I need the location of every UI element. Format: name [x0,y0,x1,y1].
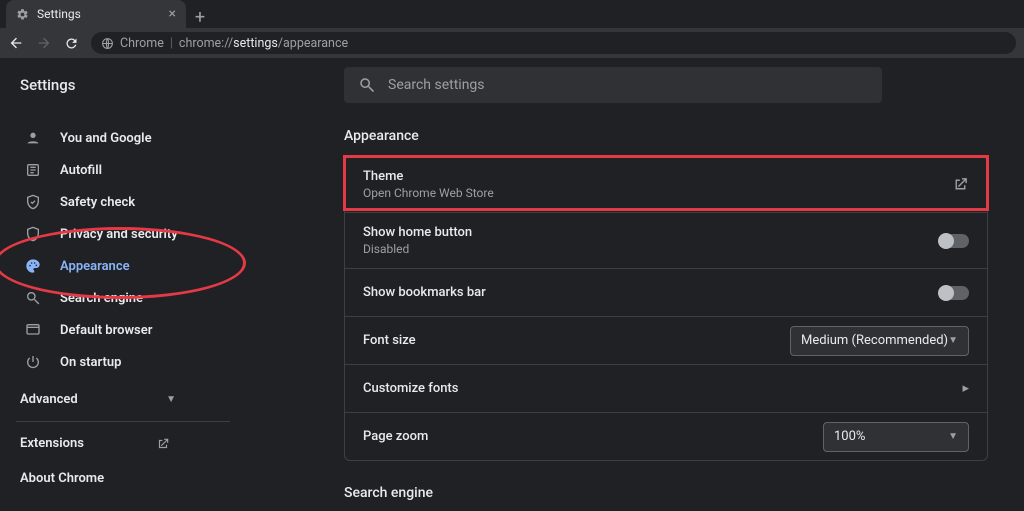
new-tab-button[interactable]: + [186,7,214,28]
sidebar-divider [16,421,230,422]
customize-fonts-title: Customize fonts [363,381,458,396]
chevron-right-icon: ▸ [962,381,969,396]
url-sep: | [170,36,173,51]
address-bar[interactable]: Chrome | chrome://settings/appearance [91,32,1016,54]
sidebar-item-default-browser[interactable]: Default browser [0,314,246,346]
url-path-rest: /appearance [278,36,348,51]
settings-sidebar: You and Google Autofill Safety check Pri… [0,112,246,511]
home-button-sub: Disabled [363,242,472,256]
sidebar-item-search-engine[interactable]: Search engine [0,282,246,314]
settings-main: Appearance Theme Open Chrome Web Store S… [246,112,1024,511]
search-icon [358,76,376,94]
palette-icon [24,258,42,274]
shield-icon [24,226,42,242]
font-size-select[interactable]: Medium (Recommended) ▼ [790,326,969,356]
search-icon [24,290,42,306]
sidebar-item-label: On startup [60,355,121,370]
sidebar-item-extensions[interactable]: Extensions [0,426,246,461]
sidebar-item-autofill[interactable]: Autofill [0,154,246,186]
sidebar-advanced-toggle[interactable]: Advanced ▼ [0,378,246,421]
sidebar-item-label: Privacy and security [60,227,178,242]
about-label: About Chrome [20,471,104,486]
bookmarks-bar-row: Show bookmarks bar [345,268,987,316]
sidebar-item-label: Safety check [60,195,135,210]
sidebar-item-about-chrome[interactable]: About Chrome [0,461,246,496]
sidebar-item-on-startup[interactable]: On startup [0,346,246,378]
search-engine-heading: Search engine [344,485,988,501]
home-button-row: Show home button Disabled [345,212,987,268]
home-button-title: Show home button [363,225,472,240]
appearance-card: Theme Open Chrome Web Store Show home bu… [344,156,988,461]
person-icon [24,130,42,146]
open-external-icon [156,437,170,451]
customize-fonts-row[interactable]: Customize fonts ▸ [345,364,987,412]
close-tab-icon[interactable]: × [169,6,176,22]
settings-header: Settings Search settings [0,58,1024,112]
sidebar-item-appearance[interactable]: Appearance [0,250,246,282]
advanced-label: Advanced [20,392,78,407]
sidebar-item-safety-check[interactable]: Safety check [0,186,246,218]
sidebar-item-label: You and Google [60,131,152,146]
theme-sub: Open Chrome Web Store [363,186,494,200]
sidebar-item-privacy-security[interactable]: Privacy and security [0,218,246,250]
tab-title: Settings [37,7,81,21]
search-placeholder: Search settings [388,77,485,93]
chevron-down-icon: ▼ [948,335,958,346]
chevron-down-icon: ▼ [948,431,958,442]
chevron-down-icon: ▼ [166,394,176,405]
gear-icon [16,8,29,21]
sidebar-item-you-and-google[interactable]: You and Google [0,122,246,154]
browser-tab[interactable]: Settings × [6,0,186,28]
search-settings-input[interactable]: Search settings [344,67,882,103]
page-zoom-select[interactable]: 100% ▼ [823,422,969,452]
sidebar-item-label: Appearance [60,259,130,274]
sidebar-item-label: Search engine [60,291,143,306]
browser-icon [24,322,42,338]
sidebar-item-label: Default browser [60,323,152,338]
shield-check-icon [24,194,42,210]
globe-icon [101,37,114,50]
page-zoom-row: Page zoom 100% ▼ [345,412,987,460]
forward-button[interactable] [36,35,52,51]
extensions-label: Extensions [20,436,84,451]
back-button[interactable] [8,35,24,51]
reload-button[interactable] [64,36,79,51]
page-zoom-value: 100% [834,429,865,444]
autofill-icon [24,162,42,178]
page-zoom-title: Page zoom [363,429,428,444]
tab-strip: Settings × + [0,0,1024,28]
font-size-row: Font size Medium (Recommended) ▼ [345,316,987,364]
url-scheme: Chrome [120,36,164,51]
url-host: chrome:// [179,36,233,51]
url-path-bold: settings [233,36,278,51]
browser-toolbar: Chrome | chrome://settings/appearance [0,28,1024,58]
font-size-value: Medium (Recommended) [801,333,948,348]
home-button-toggle[interactable] [939,234,969,248]
theme-title: Theme [363,169,494,184]
bookmarks-bar-title: Show bookmarks bar [363,285,486,300]
appearance-heading: Appearance [344,128,988,144]
font-size-title: Font size [363,333,416,348]
sidebar-item-label: Autofill [60,163,102,178]
page-title: Settings [0,76,344,94]
theme-row[interactable]: Theme Open Chrome Web Store [345,157,987,212]
bookmarks-bar-toggle[interactable] [939,286,969,300]
open-external-icon [952,176,969,193]
power-icon [24,354,42,370]
